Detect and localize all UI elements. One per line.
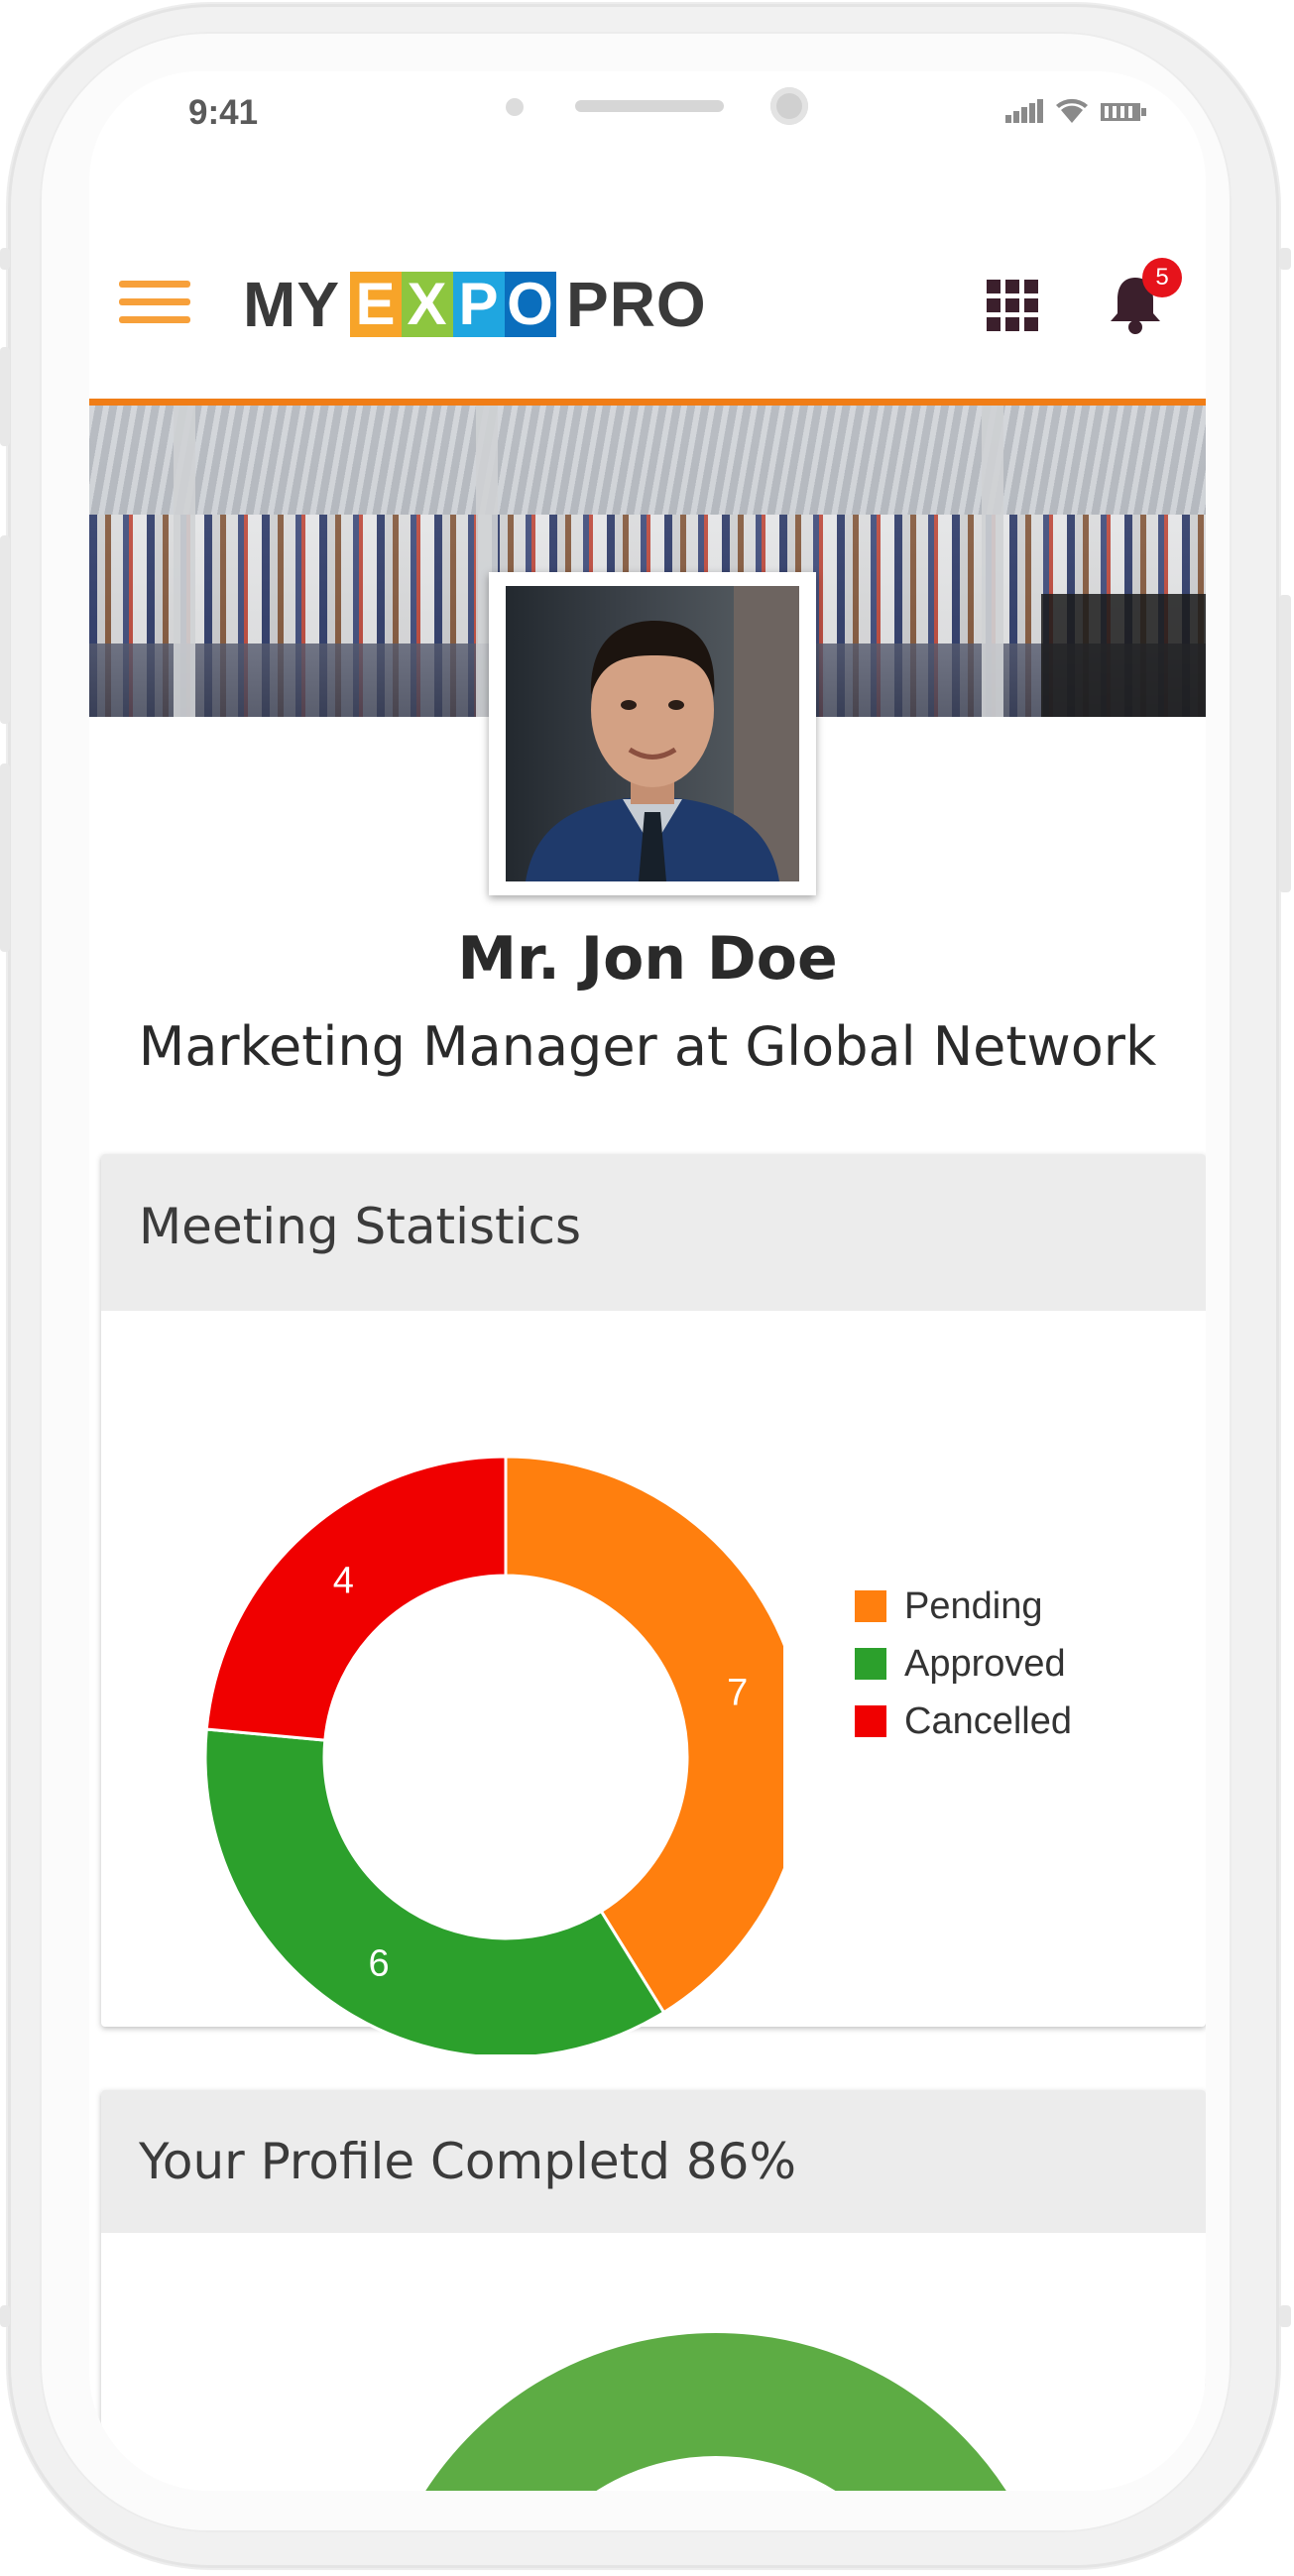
- phone-side-button: [0, 763, 10, 952]
- legend-item-cancelled[interactable]: Cancelled: [855, 1693, 1072, 1750]
- wifi-icon: [1056, 98, 1088, 123]
- meeting-donut-chart: 7 6 4: [203, 1455, 783, 2054]
- legend-swatch: [855, 1590, 886, 1622]
- gauge-completed-segment: [422, 2331, 1009, 2491]
- legend-label: Approved: [904, 1642, 1066, 1685]
- legend-swatch: [855, 1705, 886, 1737]
- profile-name: Mr. Jon Doe: [457, 924, 838, 994]
- apps-grid-icon[interactable]: [987, 280, 1038, 331]
- profile-role: Marketing Manager at Global Network: [138, 1015, 1157, 1078]
- chart-legend: Pending Approved Cancelled: [855, 1578, 1072, 1750]
- legend-label: Pending: [904, 1584, 1043, 1627]
- logo-text-pro: PRO: [566, 269, 707, 340]
- meeting-statistics-title: Meeting Statistics: [139, 1198, 582, 1255]
- notch-speaker: [575, 100, 724, 112]
- donut-slice-value-label: 4: [333, 1560, 354, 1601]
- logo-tile-p: P: [453, 272, 505, 337]
- notch-sensor: [506, 98, 524, 116]
- donut-slice-pending[interactable]: [504, 1455, 783, 2015]
- status-icons: [1005, 97, 1146, 123]
- phone-side-button: [0, 248, 10, 270]
- legend-swatch: [855, 1648, 886, 1680]
- phone-side-button: [0, 2305, 10, 2327]
- phone-side-button: [0, 535, 10, 724]
- profile-photo-frame[interactable]: [489, 572, 816, 895]
- legend-label: Cancelled: [904, 1699, 1072, 1742]
- battery-icon: [1101, 103, 1146, 121]
- notification-badge: 5: [1142, 258, 1182, 297]
- profile-completion-gauge: [422, 2331, 1009, 2491]
- phone-side-button: [1279, 2305, 1291, 2327]
- signal-icon: [1005, 99, 1043, 123]
- status-time: 9:41: [188, 93, 259, 132]
- legend-item-approved[interactable]: Approved: [855, 1635, 1072, 1693]
- donut-slice-cancelled[interactable]: [204, 1455, 508, 1742]
- logo-text-my: MY: [243, 269, 340, 340]
- menu-icon[interactable]: [119, 281, 190, 330]
- app-screen: 9:41 MY E X P O PRO 5 Mr. Jon Doe Market…: [89, 71, 1206, 2491]
- avatar: [506, 586, 799, 881]
- profile-completion-title: Your Profile Completd 86%: [139, 2133, 796, 2190]
- header-divider: [89, 399, 1206, 406]
- app-logo[interactable]: MY E X P O PRO: [243, 269, 707, 340]
- logo-tile-e: E: [350, 272, 402, 337]
- donut-slice-approved[interactable]: [203, 1727, 666, 2054]
- phone-side-button: [1279, 248, 1291, 270]
- legend-item-pending[interactable]: Pending: [855, 1578, 1072, 1635]
- phone-side-button: [1279, 595, 1291, 892]
- logo-tile-o: O: [505, 272, 556, 337]
- donut-slice-value-label: 7: [727, 1672, 748, 1713]
- logo-tile-x: X: [402, 272, 453, 337]
- notch-camera: [770, 87, 808, 125]
- donut-slice-value-label: 6: [369, 1943, 390, 1985]
- phone-side-button: [0, 347, 10, 446]
- person-portrait-icon: [526, 586, 799, 881]
